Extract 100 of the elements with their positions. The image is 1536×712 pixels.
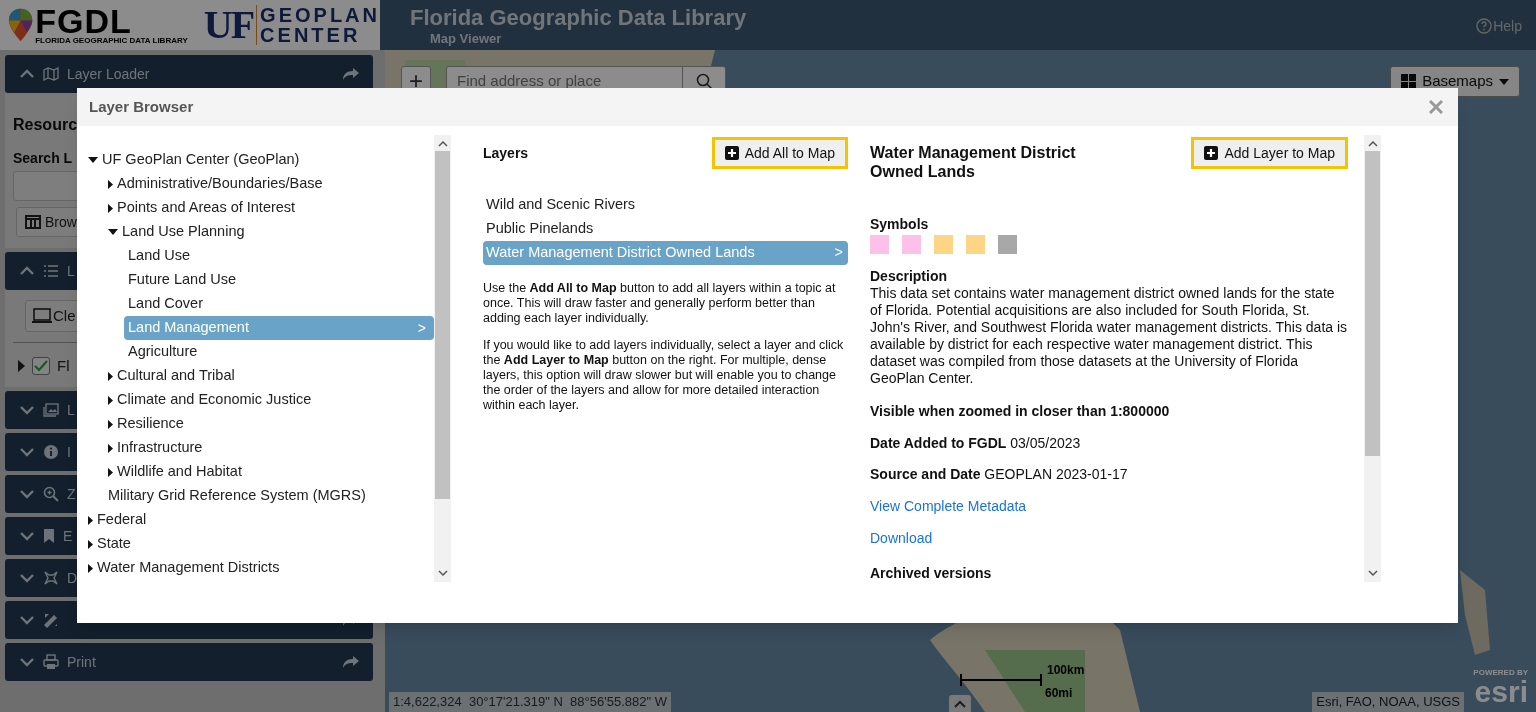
app-title: Florida Geographic Data Library	[410, 4, 747, 32]
info-icon	[43, 444, 59, 460]
section-heading: Symbols	[870, 216, 929, 233]
logo-subtitle: FLORIDA GEOGRAPHIC DATA LIBRARY	[35, 37, 188, 45]
layer-name: Fl	[57, 356, 70, 376]
plus-icon	[1204, 146, 1219, 160]
layer-item[interactable]: Wild and Scenic Rivers	[483, 193, 848, 217]
panel-title: L	[67, 261, 75, 281]
monitor-icon	[32, 308, 52, 324]
section-heading: Resourc	[13, 115, 78, 135]
tree-item[interactable]: Land Use Planning	[122, 220, 434, 244]
share-icon[interactable]	[343, 67, 359, 81]
section-heading: Layers	[483, 143, 529, 163]
partner-logo-word: GEOPLAN	[260, 5, 380, 25]
bookmark-icon	[43, 528, 55, 544]
chevron-down-icon[interactable]	[1367, 570, 1378, 577]
caret-right-icon[interactable]	[88, 539, 93, 549]
partner-logo-word: CENTER	[260, 25, 362, 45]
caret-down-icon[interactable]	[108, 229, 118, 235]
attribution-text: Esri, FAO, NOAA, USGS	[1312, 692, 1464, 712]
layer-item[interactable]: Public Pinelands	[483, 217, 848, 241]
panel-title: D	[67, 568, 78, 588]
caret-right-icon[interactable]	[88, 563, 93, 573]
field-label: Search L	[13, 149, 73, 168]
dialog-title: Layer Browser	[89, 96, 194, 117]
close-icon[interactable]	[1429, 100, 1443, 114]
caret-right-icon[interactable]	[108, 371, 113, 381]
source-text: Source and Date GEOPLAN 2023-01-17	[870, 465, 1128, 484]
tree-item[interactable]: Military Grid Reference System (MGRS)	[108, 484, 434, 508]
tree-item[interactable]: Land Cover	[128, 292, 434, 316]
tree-item[interactable]: Wildlife and Habitat	[117, 460, 434, 484]
scrollbar-thumb[interactable]	[1365, 151, 1380, 456]
tree-item[interactable]: Water Management Districts	[97, 556, 434, 580]
panel-title: L	[67, 400, 75, 420]
search-icon	[695, 72, 713, 90]
caret-right-icon[interactable]	[108, 395, 113, 405]
tree-item[interactable]: Climate and Economic Justice	[117, 388, 434, 412]
logo-text: FGDL	[35, 5, 132, 37]
panel-title: Layer Loader	[67, 64, 150, 84]
caret-right-icon[interactable]	[108, 419, 113, 429]
caret-right-icon[interactable]	[108, 467, 113, 477]
caret-right-icon[interactable]	[88, 515, 93, 525]
plus-icon	[724, 146, 739, 160]
coordinates-readout: 1:4,622,324 30°17'21.319" N 88°56'55.882" W	[389, 692, 671, 712]
panel-header[interactable]: Layer Loader	[5, 55, 373, 93]
tree-item[interactable]: Infrastructure	[117, 436, 434, 460]
table-icon	[25, 215, 41, 229]
collapse-button[interactable]	[949, 695, 971, 712]
link[interactable]: View Complete Metadata	[870, 496, 1027, 517]
panel-title: Print	[67, 652, 96, 672]
chevron-up-icon	[954, 699, 966, 708]
add-all-button[interactable]: Add All to Map	[711, 137, 848, 169]
caret-right-icon[interactable]	[108, 179, 113, 189]
esri-tagline: POWERED BY	[1473, 668, 1528, 677]
tree-item[interactable]: Future Land Use	[128, 268, 434, 292]
caret-down-icon	[1499, 78, 1509, 85]
panel-header[interactable]: Print	[5, 643, 373, 681]
add-layer-button[interactable]: Add Layer to Map	[1191, 137, 1348, 169]
share-icon[interactable]	[343, 655, 359, 669]
map-icon	[43, 67, 59, 81]
ruler-icon	[43, 612, 59, 628]
scale-label: 60mi	[1045, 685, 1073, 702]
caret-right-icon[interactable]	[108, 443, 113, 453]
shape-icon	[43, 570, 59, 586]
app-subtitle: Map Viewer	[429, 32, 503, 46]
chevron-text: >	[834, 243, 843, 263]
tree-item[interactable]: Land Use	[128, 244, 434, 268]
section-heading: Description	[870, 268, 947, 285]
chevron-up-icon[interactable]	[437, 140, 448, 147]
tree-item[interactable]: Points and Areas of Interest	[117, 196, 434, 220]
chevron-down-icon[interactable]	[437, 570, 448, 577]
images-icon	[43, 403, 59, 417]
tree-item[interactable]: Resilience	[117, 412, 434, 436]
tree-item[interactable]: Cultural and Tribal	[117, 364, 434, 388]
scrollbar[interactable]	[434, 135, 451, 582]
caret-right-icon[interactable]	[108, 203, 113, 213]
link[interactable]: Download	[870, 528, 933, 549]
zoom-icon	[43, 486, 59, 502]
list-icon	[43, 264, 59, 278]
scrollbar[interactable]	[1364, 135, 1381, 582]
tree-item[interactable]: Agriculture	[128, 340, 434, 364]
checkbox[interactable]	[32, 357, 50, 376]
tree-item[interactable]: Federal	[97, 508, 434, 532]
help-paragraph: If you would like to add layers individually, select a layer and click the Add Layer to Map button on the right. For multiple, dense layers, this option will draw slower but will enable you to change the order of the layers and allow for more detailed interaction within each layer.	[483, 338, 845, 413]
help-paragraph: Use the Add All to Map button to add all layers within a topic at once. This will draw faster and generally perform better than adding each layer individually.	[483, 281, 837, 326]
caret-down-icon[interactable]	[88, 157, 98, 163]
chevron-up-icon[interactable]	[1367, 140, 1378, 147]
panel-title: E	[63, 526, 73, 546]
layer-title: Water Management District Owned Lands	[870, 143, 1077, 181]
panel-title: Z	[67, 484, 76, 504]
tree-item[interactable]: State	[97, 532, 434, 556]
date-added-text: Date Added to FGDL 03/05/2023	[870, 434, 1081, 453]
tree-item[interactable]: UF GeoPlan Center (GeoPlan)	[102, 148, 434, 172]
partner-logo-mark: UF	[203, 5, 254, 45]
tree-item[interactable]: Administrative/Boundaries/Base	[117, 172, 434, 196]
scrollbar-thumb[interactable]	[435, 151, 450, 499]
description-text: This data set contains water management district owned lands for the state of Florida. Potential acquisitions are also included for South Florida, St. John's River, and Southwest Florida water management districts. This data is available by district for each respective water management district. This dataset was compiled from those datasets at the University of Florida GeoPlan Center.	[870, 285, 1348, 387]
chevron-text: >	[417, 318, 426, 338]
help-icon	[1476, 18, 1493, 34]
visibility-text: Visible when zoomed in closer than 1:800000	[870, 402, 1170, 421]
